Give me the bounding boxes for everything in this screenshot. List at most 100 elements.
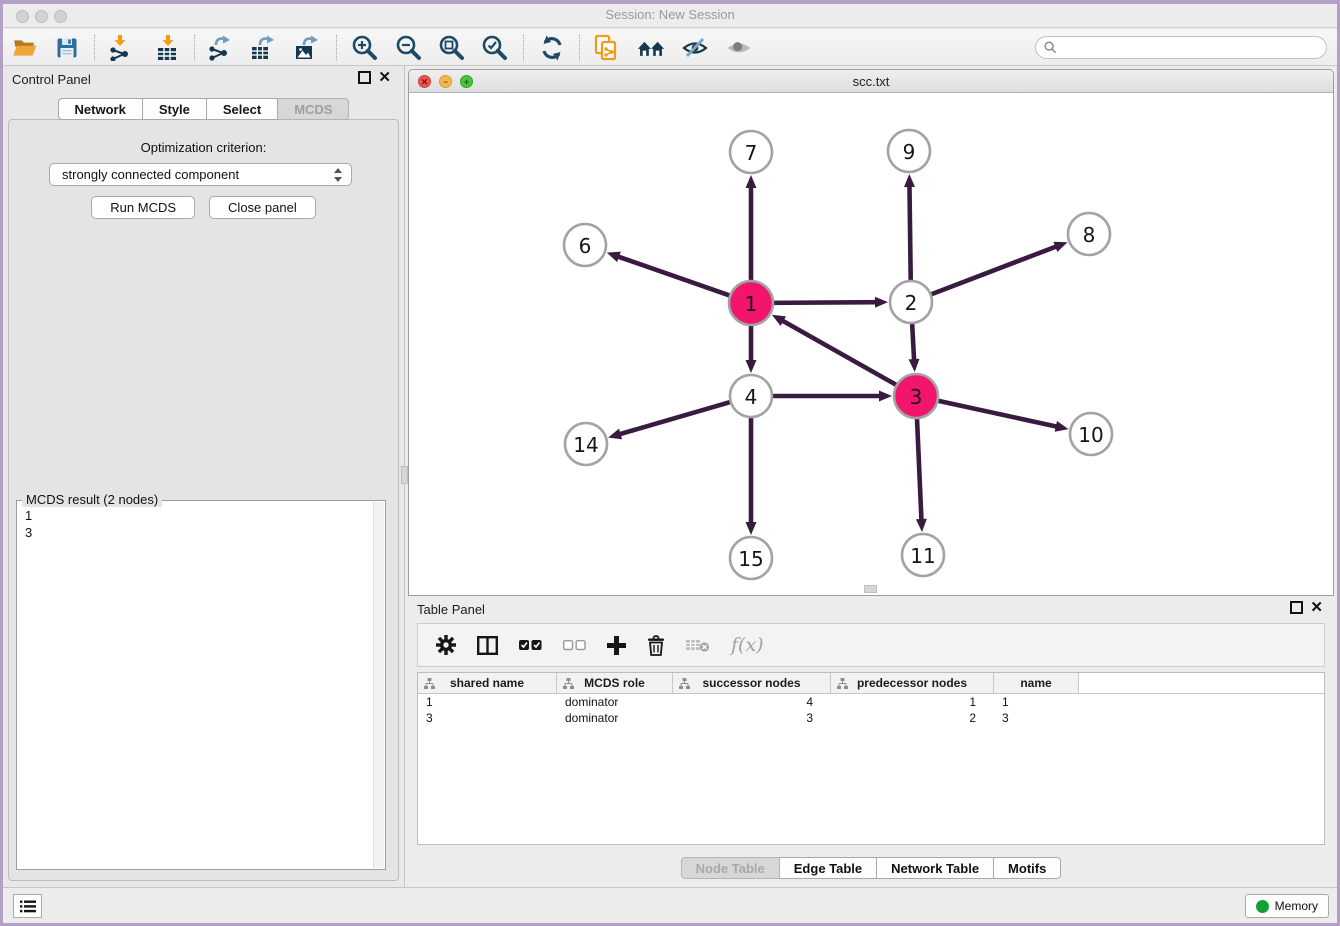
graph-node-label: 8 — [1083, 223, 1096, 247]
tab-motifs[interactable]: Motifs — [994, 857, 1061, 879]
split-panel-icon[interactable] — [477, 636, 498, 655]
graph-node-label: 11 — [910, 544, 935, 568]
table-panel-tabs: Node TableEdge TableNetwork TableMotifs — [408, 857, 1334, 879]
graph-edge-2-9[interactable] — [909, 186, 910, 283]
graph-edge-arrowhead — [916, 519, 927, 532]
tab-node-table[interactable]: Node Table — [681, 857, 780, 879]
zoom-selected-icon[interactable] — [481, 34, 509, 62]
table-cell[interactable]: 2 — [831, 710, 994, 726]
export-table-icon[interactable] — [250, 34, 278, 62]
add-column-plus-icon[interactable] — [607, 636, 626, 655]
column-header-mcds-role[interactable]: MCDS role — [557, 673, 673, 693]
app-root: Session: New Session — [0, 0, 1340, 926]
graph-edge-arrowhead — [879, 391, 892, 402]
graph-edge-1-6[interactable] — [618, 257, 733, 297]
float-panel-icon[interactable] — [358, 71, 371, 84]
node-table[interactable]: shared nameMCDS rolesuccessor nodes prede… — [417, 672, 1325, 845]
table-cell[interactable]: 3 — [418, 710, 557, 726]
graph-edge-arrowhead — [1053, 242, 1067, 252]
tab-select[interactable]: Select — [207, 98, 278, 120]
optimization-criterion-label: Optimization criterion: — [9, 140, 398, 155]
import-network-icon[interactable] — [106, 34, 134, 62]
table-cell[interactable]: 3 — [673, 710, 831, 726]
table-cell[interactable]: 3 — [994, 710, 1079, 726]
table-cell[interactable]: 4 — [673, 694, 831, 710]
task-history-button[interactable] — [13, 894, 42, 918]
zoom-fit-icon[interactable] — [438, 34, 466, 62]
delete-column-trash-icon[interactable] — [647, 635, 665, 656]
select-all-rows-icon[interactable] — [519, 639, 542, 651]
graph-edge-arrowhead — [1055, 421, 1069, 432]
table-panel-title: Table Panel — [417, 602, 485, 617]
close-panel-icon[interactable]: ✕ — [378, 69, 391, 87]
import-table-icon[interactable] — [154, 34, 182, 62]
show-all-eye-icon[interactable] — [725, 34, 753, 62]
close-panel-button[interactable]: Close panel — [209, 196, 316, 219]
network-canvas[interactable]: 7968124314101511 — [409, 94, 1333, 595]
network-window: ✕ − + scc.txt 7968124314101511 — [408, 69, 1334, 596]
graph-edge-2-8[interactable] — [929, 246, 1057, 295]
main-toolbar — [3, 29, 1337, 66]
delete-table-icon[interactable] — [686, 638, 710, 653]
export-network-icon[interactable] — [207, 34, 235, 62]
column-header-shared-name[interactable]: shared name — [418, 673, 557, 693]
function-builder-icon[interactable]: f(x) — [731, 634, 764, 656]
tab-mcds[interactable]: MCDS — [278, 98, 349, 120]
memory-status-icon — [1256, 900, 1269, 913]
node-table-body: 1dominator4113dominator323 — [418, 694, 1324, 726]
graph-edge-3-10[interactable] — [935, 400, 1057, 427]
table-settings-gear-icon[interactable] — [436, 635, 456, 655]
export-image-icon[interactable] — [294, 34, 322, 62]
run-mcds-button[interactable]: Run MCDS — [91, 196, 195, 219]
table-cell[interactable]: 1 — [831, 694, 994, 710]
column-header-successor-nodes[interactable]: successor nodes — [673, 673, 831, 693]
zoom-out-icon[interactable] — [395, 34, 423, 62]
search-icon — [1044, 41, 1057, 54]
result-scrollbar[interactable] — [373, 502, 384, 868]
graph-edge-4-14[interactable] — [620, 401, 733, 434]
search-input[interactable] — [1035, 36, 1327, 59]
graph-node-label: 15 — [738, 547, 763, 571]
tab-network-table[interactable]: Network Table — [877, 857, 994, 879]
toolbar-separator — [336, 35, 337, 61]
main-titlebar: Session: New Session — [3, 4, 1337, 28]
float-table-panel-icon[interactable] — [1290, 601, 1303, 614]
table-cell[interactable]: dominator — [557, 710, 673, 726]
graph-node-label: 9 — [903, 140, 916, 164]
table-cell[interactable]: 1 — [994, 694, 1079, 710]
duplicate-network-icon[interactable] — [593, 34, 621, 62]
column-header-predecessor-nodes[interactable]: predecessor nodes — [831, 673, 994, 693]
refresh-view-icon[interactable] — [538, 34, 566, 62]
graph-edge-1-2[interactable] — [770, 302, 876, 303]
table-cell[interactable]: dominator — [557, 694, 673, 710]
deselect-all-rows-icon[interactable] — [563, 639, 586, 651]
network-window-titlebar[interactable]: ✕ − + scc.txt — [409, 70, 1333, 93]
table-row[interactable]: 3dominator323 — [418, 710, 1324, 726]
tab-edge-table[interactable]: Edge Table — [780, 857, 877, 879]
network-graph[interactable]: 7968124314101511 — [409, 94, 1333, 595]
open-file-icon[interactable] — [11, 34, 39, 62]
criterion-select[interactable]: strongly connected component — [49, 163, 352, 186]
graph-edge-arrowhead — [746, 360, 757, 373]
save-session-icon[interactable] — [53, 34, 81, 62]
network-resize-handle[interactable] — [864, 585, 877, 593]
first-neighbors-home-icon[interactable] — [637, 34, 665, 62]
hide-selected-eye-icon[interactable] — [681, 34, 709, 62]
table-cell[interactable]: 1 — [418, 694, 557, 710]
column-header-label: predecessor nodes — [857, 676, 967, 690]
column-type-icon — [424, 678, 435, 689]
graph-node-label: 4 — [745, 385, 758, 409]
window-title: Session: New Session — [3, 7, 1337, 22]
close-table-panel-icon[interactable]: ✕ — [1310, 599, 1323, 617]
table-row[interactable]: 1dominator411 — [418, 694, 1324, 710]
graph-edge-2-3[interactable] — [912, 321, 914, 360]
graph-edge-3-11[interactable] — [917, 415, 922, 520]
column-header-name[interactable]: name — [994, 673, 1079, 693]
memory-button[interactable]: Memory — [1245, 894, 1329, 918]
graph-edge-arrowhead — [746, 175, 757, 188]
zoom-in-icon[interactable] — [351, 34, 379, 62]
tab-style[interactable]: Style — [143, 98, 207, 120]
panel-divider-handle[interactable] — [401, 466, 408, 484]
graph-edge-3-1[interactable] — [782, 321, 899, 387]
tab-network[interactable]: Network — [58, 98, 143, 120]
